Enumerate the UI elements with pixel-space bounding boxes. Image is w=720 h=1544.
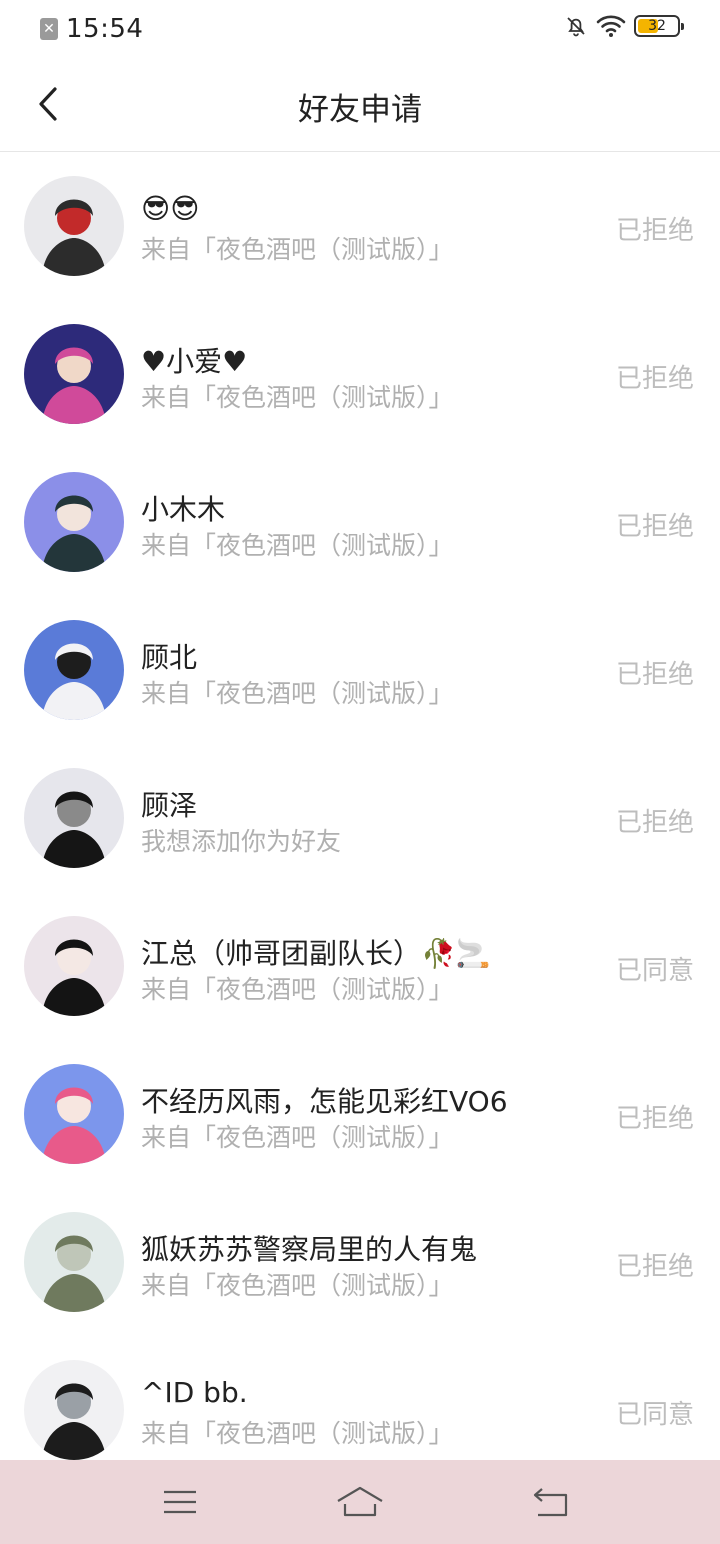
requester-name: 江总（帅哥团副队长）🥀🚬 [141, 937, 491, 970]
menu-icon [164, 1490, 196, 1514]
avatar[interactable] [24, 472, 124, 572]
page-title: 好友申请 [298, 92, 422, 128]
friend-request-row[interactable]: 😎😎 来自「夜色酒吧（测试版）」 已拒绝 [0, 152, 720, 300]
avatar[interactable] [24, 620, 124, 720]
back-nav-button[interactable] [526, 1480, 574, 1524]
return-icon [533, 1488, 568, 1517]
no-sim-icon: ✕ [40, 18, 58, 40]
friend-request-list: 😎😎 来自「夜色酒吧（测试版）」 已拒绝 ♥小爱♥ 来自「夜色酒吧（测试版）」 已拒绝 小木… [0, 152, 720, 1484]
avatar[interactable] [24, 1360, 124, 1460]
menu-button[interactable] [156, 1480, 204, 1524]
request-status: 已拒绝 [615, 1104, 694, 1134]
request-status: 已同意 [615, 956, 694, 986]
request-status: 已拒绝 [615, 808, 694, 838]
nav-bar: 好友申请 [0, 58, 720, 152]
request-source: 来自「夜色酒吧（测试版）」 [141, 679, 454, 708]
request-source: 来自「夜色酒吧（测试版）」 [141, 1123, 454, 1152]
friend-request-row[interactable]: ♥小爱♥ 来自「夜色酒吧（测试版）」 已拒绝 [0, 300, 720, 448]
requester-name: 顾北 [141, 641, 198, 674]
home-button[interactable] [334, 1480, 386, 1524]
request-status: 已同意 [615, 1400, 694, 1430]
avatar[interactable] [24, 1212, 124, 1312]
status-bar: ✕ 15:54 32 [0, 0, 720, 58]
friend-request-row[interactable]: 狐妖苏苏警察局里的人有鬼来自「夜色酒吧（测试版）」 已拒绝 [0, 1188, 720, 1336]
status-left: ✕ 15:54 [40, 14, 143, 44]
requester-name: ^ID bb. [141, 1376, 248, 1409]
request-source: 来自「夜色酒吧（测试版）」 [141, 1271, 454, 1300]
request-source: 来自「夜色酒吧（测试版）」 [141, 235, 454, 264]
bell-muted-icon [567, 17, 585, 37]
requester-name: 顾泽 [141, 789, 198, 822]
request-status: 已拒绝 [615, 660, 694, 690]
avatar[interactable] [24, 176, 124, 276]
status-right: 32 [564, 14, 684, 38]
home-icon [337, 1486, 383, 1517]
friend-request-row[interactable]: 顾泽我想添加你为好友 已拒绝 [0, 744, 720, 892]
avatar[interactable] [24, 768, 124, 868]
system-navigation-bar [0, 1460, 720, 1544]
battery-level: 32 [648, 18, 666, 34]
request-status: 已拒绝 [615, 1252, 694, 1282]
friend-request-row[interactable]: 江总（帅哥团副队长）🥀🚬 来自「夜色酒吧（测试版）」 已同意 [0, 892, 720, 1040]
friend-request-row[interactable]: 小木木来自「夜色酒吧（测试版）」 已拒绝 [0, 448, 720, 596]
battery-icon: 32 [634, 15, 684, 37]
avatar[interactable] [24, 324, 124, 424]
wifi-icon [596, 15, 626, 37]
request-source: 来自「夜色酒吧（测试版）」 [141, 975, 454, 1004]
avatar[interactable] [24, 1064, 124, 1164]
avatar[interactable] [24, 916, 124, 1016]
requester-name: 小木木 [141, 493, 226, 526]
requester-name: 😎😎 [141, 192, 200, 225]
friend-request-row[interactable]: 顾北来自「夜色酒吧（测试版）」 已拒绝 [0, 596, 720, 744]
request-source: 来自「夜色酒吧（测试版）」 [141, 383, 454, 412]
requester-name: 不经历风雨，怎能见彩红VO6 [141, 1085, 508, 1118]
requester-name: ♥小爱♥ [141, 345, 248, 378]
request-status: 已拒绝 [615, 512, 694, 542]
status-time: 15:54 [66, 14, 144, 44]
requester-name: 狐妖苏苏警察局里的人有鬼 [141, 1233, 478, 1266]
friend-request-row[interactable]: 不经历风雨，怎能见彩红VO6 来自「夜色酒吧（测试版）」 已拒绝 [0, 1040, 720, 1188]
request-source: 来自「夜色酒吧（测试版）」 [141, 531, 454, 560]
request-source: 来自「夜色酒吧（测试版）」 [141, 1419, 454, 1448]
request-status: 已拒绝 [615, 364, 694, 394]
request-status: 已拒绝 [615, 216, 694, 246]
request-source: 我想添加你为好友 [141, 827, 342, 856]
